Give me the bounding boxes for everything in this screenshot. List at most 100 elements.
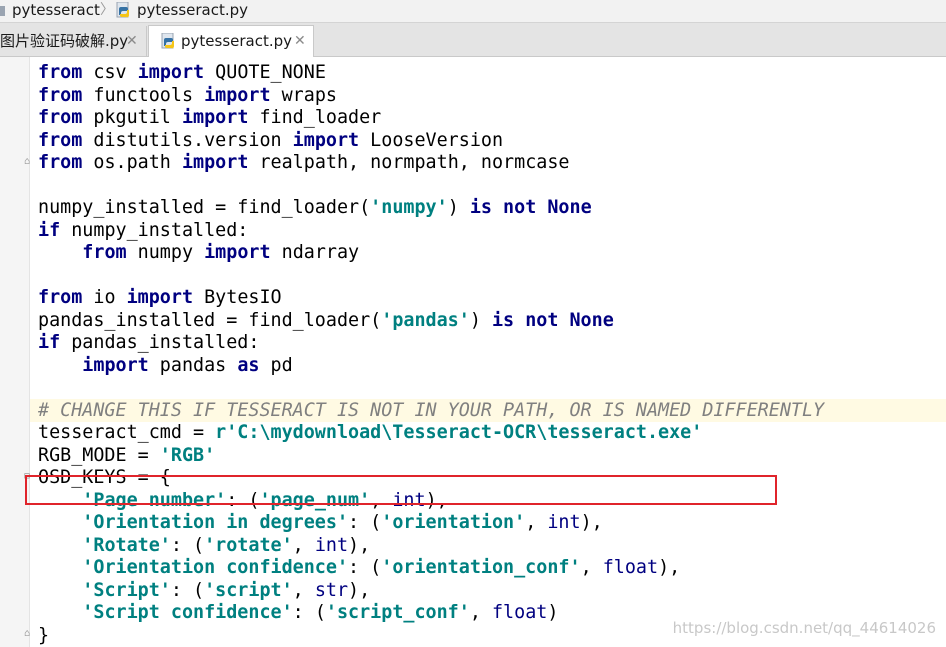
code-token: import [204, 242, 271, 263]
code-token: find_loader [248, 107, 382, 128]
code-token: 'rotate' [204, 534, 293, 556]
code-line[interactable]: import pandas as pd [38, 355, 824, 378]
code-token: 'Rotate' [82, 534, 171, 556]
code-token: int [314, 534, 349, 556]
code-token: import [126, 287, 194, 308]
code-token: import [137, 62, 205, 83]
code-line[interactable] [38, 377, 824, 400]
close-icon[interactable]: ✕ [126, 26, 138, 56]
code-token: pandas_installed = find_loader( [38, 309, 382, 331]
code-token: numpy [126, 242, 205, 263]
code-editor[interactable]: ⌂ ⊟ ⌂ from csv import QUOTE_NONE from fun… [0, 57, 946, 647]
code-token: wraps [270, 84, 337, 106]
code-token: ), [348, 579, 371, 601]
breadcrumb-file[interactable]: pytesseract.py [137, 0, 248, 22]
code-token: : ( [170, 534, 205, 556]
code-content[interactable]: from csv import QUOTE_NONE from functools… [38, 62, 824, 647]
code-token: realpath, normpath, normcase [248, 152, 570, 173]
code-token: , [580, 557, 603, 578]
code-token: 'orientation_conf' [381, 557, 581, 578]
code-token: 'script' [204, 579, 293, 601]
fold-marker-icon[interactable]: ⌂ [24, 629, 33, 639]
code-token: is not None [469, 197, 592, 218]
code-token: : ( [170, 579, 205, 601]
editor-tab-bar: 图片验证码破解.py ✕ pytesseract.py ✕ [0, 23, 946, 58]
code-token: BytesIO [193, 287, 282, 308]
code-line[interactable] [38, 175, 824, 198]
code-line[interactable]: from os.path import realpath, normpath, … [38, 152, 824, 175]
code-token: 'script_conf' [325, 602, 470, 623]
code-line[interactable]: 'Orientation confidence': ('orientation_… [38, 557, 824, 580]
code-token: int [547, 512, 581, 533]
code-token: : ( [292, 602, 326, 623]
code-line[interactable]: # CHANGE THIS IF TESSERACT IS NOT IN YOU… [38, 400, 824, 423]
code-token: numpy_installed: [60, 219, 249, 241]
code-token: from [38, 62, 83, 83]
code-line[interactable]: from csv import QUOTE_NONE [38, 62, 824, 85]
tab-captcha-crack[interactable]: 图片验证码破解.py ✕ [0, 26, 147, 56]
code-token: ), [580, 512, 603, 533]
code-token: 'numpy' [370, 197, 448, 218]
code-token: , [525, 512, 548, 533]
fold-marker-icon[interactable]: ⌂ [24, 157, 33, 167]
code-token: as [237, 354, 260, 376]
code-line[interactable]: pandas_installed = find_loader('pandas')… [38, 310, 824, 333]
breadcrumb-folder[interactable]: pytesseract [12, 0, 100, 22]
code-token: os.path [82, 152, 182, 173]
code-line[interactable]: 'Orientation in degrees': ('orientation'… [38, 512, 824, 535]
code-line[interactable]: if pandas_installed: [38, 332, 824, 355]
code-line[interactable]: numpy_installed = find_loader('numpy') i… [38, 197, 824, 220]
code-token: float [602, 557, 659, 578]
code-token: QUOTE_NONE [204, 62, 326, 83]
code-token: tesseract_cmd = [38, 422, 216, 443]
code-token: 'pandas' [381, 309, 470, 331]
code-line[interactable]: if numpy_installed: [38, 220, 824, 243]
code-line[interactable]: from functools import wraps [38, 85, 824, 108]
code-token: from [38, 152, 83, 173]
code-line[interactable]: 'Rotate': ('rotate', int), [38, 535, 824, 558]
code-line[interactable]: from distutils.version import LooseVersi… [38, 130, 824, 153]
code-line[interactable]: from pkgutil import find_loader [38, 107, 824, 130]
code-line[interactable]: tesseract_cmd = r'C:\mydownload\Tesserac… [38, 422, 824, 445]
code-token: if [38, 332, 61, 353]
code-token: ) [469, 309, 492, 331]
code-token: ), [348, 534, 371, 556]
code-token: ndarray [270, 242, 360, 263]
code-line[interactable]: from io import BytesIO [38, 287, 824, 310]
code-line[interactable]: from numpy import ndarray [38, 242, 824, 265]
tab-pytesseract[interactable]: pytesseract.py ✕ [148, 25, 314, 58]
python-file-icon [116, 2, 130, 18]
code-line[interactable]: 'Script': ('script', str), [38, 580, 824, 603]
code-token: : ( [348, 512, 382, 533]
code-token: 'Script' [82, 579, 171, 601]
code-token: 'Orientation confidence' [82, 557, 349, 578]
code-token: import [181, 107, 249, 128]
code-token: ) [547, 602, 559, 623]
code-token: distutils.version [82, 129, 293, 151]
code-line[interactable]: RGB_MODE = 'RGB' [38, 445, 824, 468]
folder-icon [0, 6, 5, 16]
code-token: } [38, 624, 50, 646]
code-line[interactable] [38, 265, 824, 288]
code-token: : ( [348, 557, 382, 578]
code-token: , [292, 579, 315, 601]
code-token: , [469, 602, 492, 623]
code-token: pandas_installed: [60, 332, 260, 353]
code-token: is not None [491, 309, 614, 331]
code-token: , [292, 534, 315, 556]
code-token: r'C:\mydownload\Tesseract-OCR\tesseract.… [215, 422, 703, 443]
code-token: pandas [148, 354, 238, 376]
code-token: 'Orientation in degrees' [82, 512, 349, 533]
watermark: https://blog.csdn.net/qq_44614026 [672, 619, 936, 637]
breadcrumb: pytesseract 〉 pytesseract.py [0, 0, 946, 23]
close-icon[interactable]: ✕ [294, 26, 306, 56]
code-token: csv [82, 62, 138, 83]
code-token: pd [259, 354, 293, 376]
